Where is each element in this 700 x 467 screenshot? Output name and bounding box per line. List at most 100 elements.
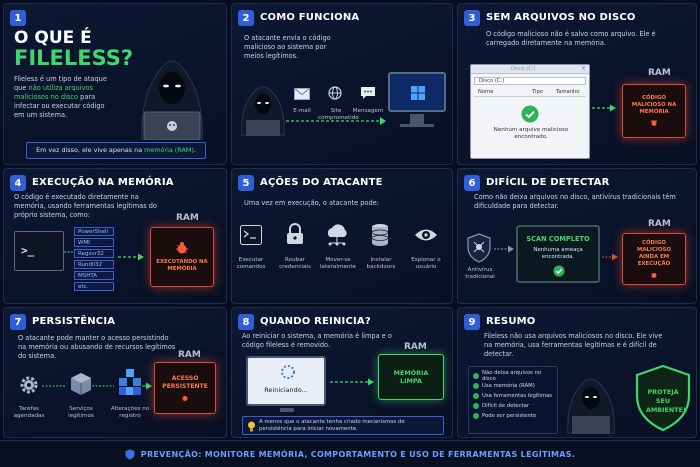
monitor-stand: [410, 114, 424, 124]
restart-note: A menos que o atacante tenha criado meca…: [259, 419, 405, 432]
column-name[interactable]: Nome: [474, 88, 532, 96]
ram-chip: CÓDIGO MALICIOSO NA MEMÓRIA: [622, 84, 686, 138]
clean-text: MEMÓRIA LIMPA: [393, 369, 429, 385]
globe-icon: [328, 86, 342, 100]
checklist-item: Usa ferramentas legítimas: [473, 391, 553, 401]
panel-number: 1: [10, 10, 26, 26]
column-size[interactable]: Tamanho: [556, 88, 586, 96]
item-registry-changes: Alterações no registro: [110, 406, 150, 419]
chip-text: EXECUTANDO NA MEMÓRIA: [156, 259, 208, 272]
check-icon: [473, 403, 479, 409]
flow-arrow-icon: [286, 117, 386, 125]
panel-number: 4: [10, 175, 26, 191]
tool-regsvr32: Regsvr32: [74, 249, 114, 258]
action-spy-user: Espionar o usuário: [411, 257, 441, 270]
title-what-is: O QUE É: [14, 28, 92, 48]
panel-number: 3: [464, 10, 480, 26]
chip-text: CÓDIGO MALICIOSO NA MEMÓRIA: [631, 95, 677, 115]
monitor-base: [400, 124, 434, 127]
panel-number: 6: [464, 175, 480, 191]
ram-chip: ACESSO PERSISTENTE: [154, 362, 216, 414]
check-icon: [473, 373, 479, 379]
email-label: E-mail: [293, 108, 311, 114]
panel-title: AÇÕES DO ATACANTE: [260, 177, 383, 188]
scan-result: Nenhuma ameaça encontrada.: [533, 247, 583, 260]
check-circle-icon: [521, 105, 539, 123]
windows-monitor: [388, 72, 446, 112]
file-explorer-window: Disco (C:) × Disco (C:) Nome Tipo Tamanh…: [470, 64, 590, 159]
panel-title: PERSISTÊNCIA: [32, 316, 116, 327]
check-circle-icon: [553, 265, 565, 277]
actions-description: Uma vez em execução, o atacante pode:: [244, 199, 379, 207]
action-execute-commands: Executar comandos: [236, 257, 266, 270]
panel-title: SEM ARQUIVOS NO DISCO: [486, 12, 636, 23]
panel-title: COMO FUNCIONA: [260, 12, 360, 23]
tool-powershell: PowerShell: [74, 227, 114, 236]
tool-wmi: WMI: [74, 238, 114, 247]
restart-monitor: Reiniciando...: [246, 356, 326, 406]
lightbulb-icon: [248, 421, 255, 432]
no-files-description: O código malicioso não é salvo como arqu…: [486, 30, 656, 47]
empty-message: Nenhum arquivo malicioso encontrado.: [493, 127, 569, 140]
panel-title: QUANDO REINICIA?: [260, 316, 371, 327]
bug-icon: [182, 395, 188, 401]
terminal-window: >_: [14, 231, 64, 271]
panel-number: 9: [464, 314, 480, 330]
checklist-item: Não deixa arquivos no disco: [473, 370, 553, 382]
action-install-backdoors: Instalar backdoors: [366, 257, 396, 270]
bug-icon: [651, 272, 657, 278]
ram-label: RAM: [178, 350, 201, 360]
footer-text: PREVENÇÃO: MONITORE MEMÓRIA, COMPORTAMEN…: [140, 449, 576, 459]
panel-no-files-on-disk: 3 SEM ARQUIVOS NO DISCO O código malicio…: [457, 3, 697, 165]
persistence-description: O atacante pode manter o acesso persisti…: [18, 334, 176, 360]
panel-what-is-fileless: 1 O QUE É FILELESS? Fileless é um tipo d…: [3, 3, 227, 165]
panel-when-restart: 8 QUANDO REINICIA? Ao reiniciar o sistem…: [231, 307, 453, 438]
how-it-works-description: O atacante envia o código malicioso ao s…: [244, 34, 331, 60]
check-icon: [473, 383, 479, 389]
item-scheduled-tasks: Tarefas agendadas: [13, 406, 45, 419]
column-type[interactable]: Tipo: [532, 88, 556, 96]
antivirus-shield-icon: [467, 233, 491, 263]
flow-arrow-icon: [494, 245, 514, 253]
legit-tools-list: PowerShell WMI Regsvr32 Rundll32 MSHTA e…: [74, 227, 114, 291]
tool-mshta: MSHTA: [74, 271, 114, 280]
loading-spinner-icon: [281, 365, 295, 379]
action-lateral-movement: Mover-se lateralmente: [320, 257, 356, 270]
panel-title: EXECUÇÃO NA MEMÓRIA: [32, 177, 174, 188]
panel-attacker-actions: 5 AÇÕES DO ATACANTE Uma vez em execução,…: [231, 168, 453, 304]
email-icon: [294, 88, 310, 100]
panel-how-it-works: 2 COMO FUNCIONA O atacante envia o códig…: [231, 3, 453, 165]
message-label: Mensagem: [352, 108, 384, 114]
fileless-description: Fileless é um tipo de ataque que não uti…: [14, 75, 107, 119]
panel-number: 7: [10, 314, 26, 330]
gear-icon: [20, 376, 38, 394]
ram-label: RAM: [176, 213, 199, 223]
panel-number: 2: [238, 10, 254, 26]
ram-label: RAM: [404, 342, 427, 352]
clean-ram-chip: MEMÓRIA LIMPA: [378, 354, 444, 400]
title-fileless: FILELESS?: [14, 46, 134, 70]
panel-title: DIFÍCIL DE DETECTAR: [486, 177, 610, 188]
close-icon[interactable]: ×: [581, 65, 586, 72]
check-icon: [473, 413, 479, 419]
address-bar[interactable]: Disco (C:): [474, 77, 586, 85]
ram-chip: EXECUTANDO NA MEMÓRIA: [150, 227, 214, 287]
chip-text: ACESSO PERSISTENTE: [162, 374, 208, 390]
panel-memory-execution: 4 EXECUÇÃO NA MEMÓRIA O código é executa…: [3, 168, 227, 304]
bug-icon: [651, 120, 657, 126]
antivirus-label: Antivírus tradicional: [465, 267, 495, 280]
detection-description: Como não deixa arquivos no disco, antiví…: [474, 193, 676, 210]
ram-chip: CÓDIGO MALICIOSO AINDA EM EXECUÇÃO: [622, 233, 686, 285]
panel-persistence: 7 PERSISTÊNCIA O atacante pode manter o …: [3, 307, 227, 438]
terminal-prompt-icon: >_: [21, 244, 35, 257]
window-title: Disco (C:): [511, 66, 536, 72]
checklist-item: Usa memória (RAM): [473, 381, 553, 391]
flow-arrow-icon: [118, 253, 144, 261]
flow-arrow-icon: [42, 382, 152, 390]
hooded-hacker-icon: [567, 378, 615, 434]
terminal-icon: [240, 225, 262, 245]
flow-arrow-icon: [592, 104, 616, 112]
execution-description: O código é executado diretamente na memó…: [14, 193, 157, 219]
restart-text: Reiniciando...: [264, 386, 308, 394]
item-legit-services: Serviços legítimos: [68, 406, 94, 419]
